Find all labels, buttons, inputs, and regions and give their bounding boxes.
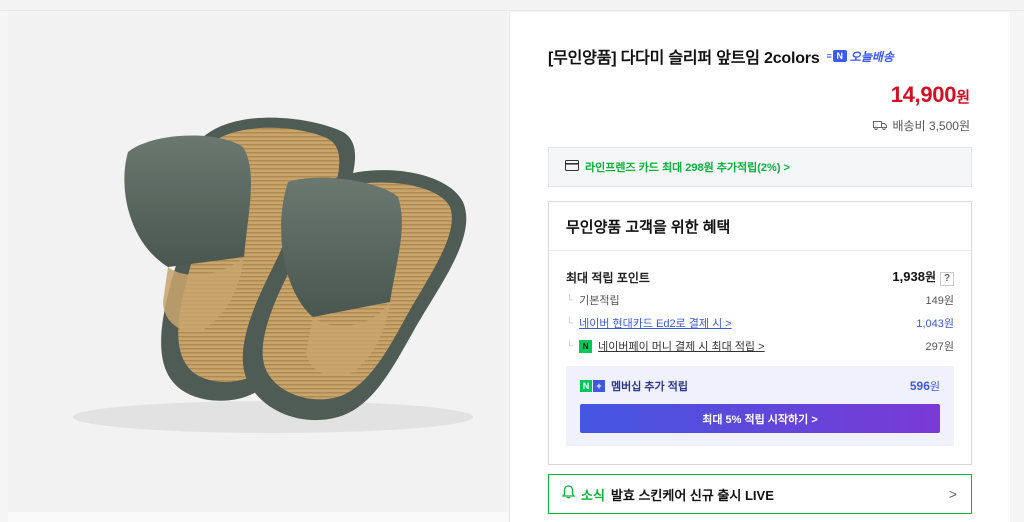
- max-points-unit: 원: [924, 270, 936, 284]
- tree-branch-icon: └: [566, 317, 574, 329]
- max-points-label: 최대 적립 포인트: [566, 270, 650, 285]
- card-promo-banner[interactable]: 라인프렌즈 카드 최대 298원 추가적립(2%) >: [548, 147, 972, 187]
- basic-points-label: 기본적립: [579, 295, 620, 307]
- credit-card-icon: [565, 158, 579, 176]
- benefits-title: 무인양품 고객을 위한 혜택: [566, 219, 731, 236]
- membership-row: N + 멤버십 추가 적립 596원: [580, 378, 940, 394]
- product-page: [무인양품] 다다미 슬리퍼 앞트임 2colors ≡ N 오늘배송 14,9…: [0, 0, 1024, 522]
- news-tag: 소식: [581, 487, 605, 503]
- price-number: 14,900: [890, 82, 957, 107]
- news-text: 발효 스킨케어 신규 출시 LIVE: [610, 487, 774, 503]
- basic-points-value: 149원: [925, 295, 954, 307]
- benefit-row-basic: └ 기본적립 149원: [566, 292, 954, 308]
- card-promo-text: 라인프렌즈 카드 최대 298원 추가적립(2%) >: [585, 162, 790, 174]
- price: 14,900원: [891, 82, 970, 108]
- chevron-right-icon: >: [948, 486, 957, 502]
- benefit-row-hyundai: └ 네이버 현대카드 Ed2로 결제 시 > 1,043원: [566, 315, 954, 331]
- membership-unit: 원: [929, 381, 940, 393]
- bell-icon: [561, 484, 576, 504]
- npay-money-value: 297원: [925, 341, 954, 353]
- title-row: [무인양품] 다다미 슬리퍼 앞트임 2colors ≡ N 오늘배송: [548, 44, 894, 68]
- naver-n-icon: N: [832, 50, 847, 62]
- shipping-text: 배송비 3,500원: [892, 119, 970, 133]
- right-margin: [1010, 12, 1024, 522]
- max-points-value-wrap: 1,938원?: [892, 268, 954, 286]
- npay-money-link[interactable]: 네이버페이 머니 결제 시 최대 적립 >: [598, 338, 764, 354]
- tatami-slippers-image: [8, 12, 508, 512]
- benefits-box: 무인양품 고객을 위한 혜택 최대 적립 포인트 1,938원? └ 기본적립 1…: [548, 201, 972, 465]
- hyundai-card-link[interactable]: 네이버 현대카드 Ed2로 결제 시 >: [579, 315, 732, 331]
- tree-branch-icon: └: [566, 340, 574, 352]
- max-points-row: 최대 적립 포인트 1,938원?: [566, 268, 954, 286]
- image-bottom-strip: [8, 512, 508, 522]
- benefit-row-npay: └ N 네이버페이 머니 결제 시 최대 적립 > 297원: [566, 338, 954, 354]
- help-icon[interactable]: ?: [940, 272, 954, 286]
- today-delivery-label: 오늘배송: [849, 49, 894, 64]
- membership-label: 멤버십 추가 적립: [611, 381, 688, 393]
- product-info-panel: [무인양품] 다다미 슬리퍼 앞트임 2colors ≡ N 오늘배송 14,9…: [509, 12, 1010, 522]
- product-image[interactable]: [8, 12, 508, 512]
- max-points-value: 1,938: [892, 269, 925, 284]
- today-delivery-badge[interactable]: ≡ N 오늘배송: [827, 48, 894, 65]
- price-unit: 원: [956, 89, 970, 106]
- divider: [549, 250, 971, 251]
- news-banner[interactable]: 소식 발효 스킨케어 신규 출시 LIVE >: [548, 474, 972, 514]
- npay-icon: N: [579, 339, 593, 353]
- shipping-fee: 배송비 3,500원: [873, 117, 970, 134]
- hyundai-card-value: 1,043원: [916, 318, 954, 330]
- speed-lines-icon: ≡: [826, 51, 832, 61]
- top-divider: [0, 0, 1024, 11]
- membership-box: N + 멤버십 추가 적립 596원 최대 5% 적립 시작하기 >: [566, 366, 954, 446]
- membership-value-wrap: 596원: [910, 378, 940, 394]
- tree-branch-icon: └: [566, 294, 574, 306]
- truck-icon: [873, 119, 888, 133]
- naver-plus-icon: N +: [580, 380, 605, 392]
- membership-value: 596: [909, 379, 930, 393]
- product-title: [무인양품] 다다미 슬리퍼 앞트임 2colors: [548, 50, 820, 67]
- start-membership-button[interactable]: 최대 5% 적립 시작하기 >: [580, 404, 940, 433]
